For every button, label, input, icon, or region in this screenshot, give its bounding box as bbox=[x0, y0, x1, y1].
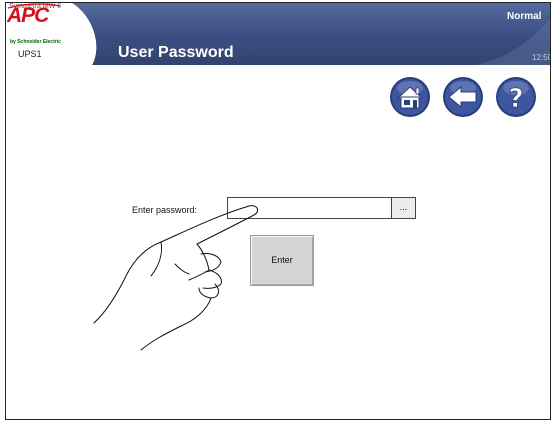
device-name: UPS1 bbox=[18, 49, 42, 59]
clock: 12:50 bbox=[532, 53, 551, 62]
home-icon bbox=[390, 77, 430, 117]
schneider-brand: by Schneider Electric bbox=[10, 39, 61, 45]
status-indicator: Normal bbox=[507, 11, 542, 22]
header-background bbox=[6, 3, 550, 65]
svg-text:?: ? bbox=[508, 84, 523, 114]
help-button[interactable]: ? bbox=[495, 76, 537, 118]
back-button[interactable] bbox=[442, 76, 484, 118]
keyboard-button[interactable]: ... bbox=[391, 197, 416, 219]
home-button[interactable] bbox=[389, 76, 431, 118]
pointing-hand-icon bbox=[93, 205, 259, 351]
ups-display-frame: Symmetra MW II APC by Schneider Electric… bbox=[5, 2, 551, 420]
page-title: User Password bbox=[118, 44, 234, 61]
help-question-icon: ? bbox=[496, 77, 536, 117]
apc-logo: APC bbox=[6, 3, 61, 25]
header-bar: Symmetra MW II APC by Schneider Electric… bbox=[6, 3, 551, 65]
back-arrow-icon bbox=[443, 77, 483, 117]
